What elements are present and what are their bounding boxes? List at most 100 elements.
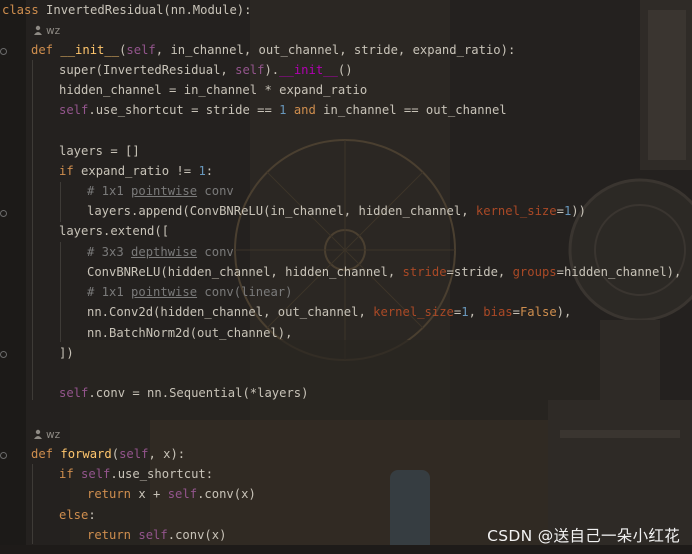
- code-text: .conv = nn.Sequential(*layers): [88, 386, 309, 400]
- code-line-else[interactable]: else:: [59, 505, 96, 525]
- code-text: .conv(x): [167, 528, 227, 542]
- code-line-if-shortcut[interactable]: if self.use_shortcut:: [59, 464, 213, 484]
- code-text: ]): [59, 346, 74, 360]
- self-keyword: self: [235, 63, 265, 77]
- code-line-append[interactable]: layers.append(ConvBNReLU(in_channel, hid…: [87, 201, 586, 221]
- code-editor[interactable]: class InvertedResidual(nn.Module): wz de…: [0, 0, 692, 554]
- code-line-close-bracket[interactable]: ]): [59, 343, 74, 363]
- code-text: x +: [131, 487, 168, 501]
- code-line-conv2d[interactable]: nn.Conv2d(hidden_channel, out_channel, k…: [87, 302, 571, 322]
- code-line-comment-3[interactable]: # 1x1 pointwise conv(linear): [87, 282, 292, 302]
- keyword: return: [87, 487, 132, 501]
- self-keyword: self: [59, 103, 89, 117]
- indent-guide: [32, 464, 33, 544]
- code-text: .use_shortcut = stride ==: [88, 103, 280, 117]
- fold-marker[interactable]: [0, 48, 7, 55]
- user-icon: [34, 25, 42, 35]
- code-text: =: [556, 204, 564, 218]
- code-text: (: [111, 447, 120, 461]
- code-line-sequential[interactable]: self.conv = nn.Sequential(*layers): [59, 383, 308, 403]
- code-line-forward-def[interactable]: def forward(self, x):: [31, 444, 185, 464]
- indent-guide: [60, 182, 61, 222]
- keyword-argument: kernel_size: [475, 204, 557, 218]
- keyword: class: [2, 3, 47, 17]
- comment: # 1x1: [87, 285, 132, 299]
- keyword-argument: bias: [483, 305, 513, 319]
- class-name: InvertedResidual(nn.Module):: [46, 3, 252, 17]
- code-line-convbn[interactable]: ConvBNReLU(hidden_channel, hidden_channe…: [87, 262, 681, 282]
- code-text: nn.BatchNorm2d(out_channel),: [87, 326, 293, 340]
- comment: conv(linear): [197, 285, 293, 299]
- self-keyword: self: [167, 487, 198, 501]
- csdn-watermark: CSDN @送自己一朵小红花: [487, 527, 680, 545]
- code-line-comment-1[interactable]: # 1x1 pointwise conv: [87, 181, 234, 201]
- code-text: hidden_channel = in_channel * expand_rat…: [59, 83, 368, 97]
- fold-marker[interactable]: [0, 210, 7, 217]
- self-keyword: self: [126, 43, 156, 57]
- code-line-shortcut[interactable]: self.use_shortcut = stride == 1 and in_c…: [59, 100, 507, 120]
- keyword: def: [31, 43, 61, 57]
- code-text: =: [512, 305, 520, 319]
- code-line-super[interactable]: super(InvertedResidual, self).__init__(): [59, 60, 353, 80]
- code-line-return-1[interactable]: return x + self.conv(x): [87, 484, 256, 504]
- keyword: def: [31, 447, 61, 461]
- indent-guide: [32, 60, 33, 400]
- function-name: __init__: [60, 43, 120, 57]
- code-text: , x):: [148, 447, 186, 461]
- author-hint[interactable]: wz: [33, 427, 60, 443]
- code-line-extend[interactable]: layers.extend([: [59, 221, 169, 241]
- code-line-comment-2[interactable]: # 3x3 depthwise conv: [87, 242, 234, 262]
- author-hint[interactable]: wz: [33, 23, 60, 39]
- indent-guide: [60, 242, 61, 342]
- keyword: False: [519, 305, 557, 319]
- keyword: return: [87, 528, 139, 542]
- author-name: wz: [46, 25, 61, 37]
- author-name: wz: [46, 429, 61, 441]
- code-text: =hidden_channel),: [556, 265, 682, 279]
- code-text: expand_ratio !=: [73, 164, 199, 178]
- fold-marker[interactable]: [0, 452, 7, 459]
- code-line-class[interactable]: class InvertedResidual(nn.Module):: [2, 0, 251, 20]
- number: 1: [198, 164, 206, 178]
- code-text: ).: [264, 63, 280, 77]
- fold-marker[interactable]: [0, 351, 7, 358]
- comment: # 3x3: [87, 245, 132, 259]
- code-text: :: [205, 164, 214, 178]
- comment: # 1x1: [87, 184, 132, 198]
- fold-gutter: [0, 0, 7, 554]
- keyword: if: [59, 164, 74, 178]
- code-text: layers.extend([: [59, 224, 170, 238]
- keyword: and: [293, 103, 316, 117]
- code-line-return-2[interactable]: return self.conv(x): [87, 525, 226, 545]
- code-text: ,: [468, 305, 484, 319]
- number: 1: [461, 305, 469, 319]
- code-text: ConvBNReLU(hidden_channel, hidden_channe…: [87, 265, 403, 279]
- self-keyword: self: [81, 467, 111, 481]
- keyword-argument: stride: [402, 265, 447, 279]
- code-line-init-def[interactable]: def __init__(self, in_channel, out_chann…: [31, 40, 515, 60]
- code-text: .conv(x): [197, 487, 256, 501]
- code-text: , in_channel, out_channel, stride, expan…: [155, 43, 516, 57]
- code-text: ),: [556, 305, 572, 319]
- code-line-if-expand[interactable]: if expand_ratio != 1:: [59, 161, 213, 181]
- code-text: :: [88, 508, 96, 522]
- keyword-argument: groups: [512, 265, 557, 279]
- comment: conv: [197, 184, 234, 198]
- comment: conv: [197, 245, 234, 259]
- comment: pointwise: [131, 184, 198, 198]
- user-icon: [34, 429, 42, 439]
- code-line-layers[interactable]: layers = []: [59, 141, 140, 161]
- code-text: )): [571, 204, 586, 218]
- function-name: forward: [60, 447, 112, 461]
- comment: pointwise: [131, 285, 198, 299]
- code-line-hidden[interactable]: hidden_channel = in_channel * expand_rat…: [59, 80, 367, 100]
- comment: depthwise: [131, 245, 198, 259]
- code-text: (): [337, 63, 353, 77]
- self-keyword: self: [138, 528, 168, 542]
- keyword: if: [59, 467, 82, 481]
- self-keyword: self: [59, 386, 89, 400]
- code-text: .use_shortcut:: [110, 467, 214, 481]
- keyword: else: [59, 508, 89, 522]
- code-line-batchnorm[interactable]: nn.BatchNorm2d(out_channel),: [87, 323, 292, 343]
